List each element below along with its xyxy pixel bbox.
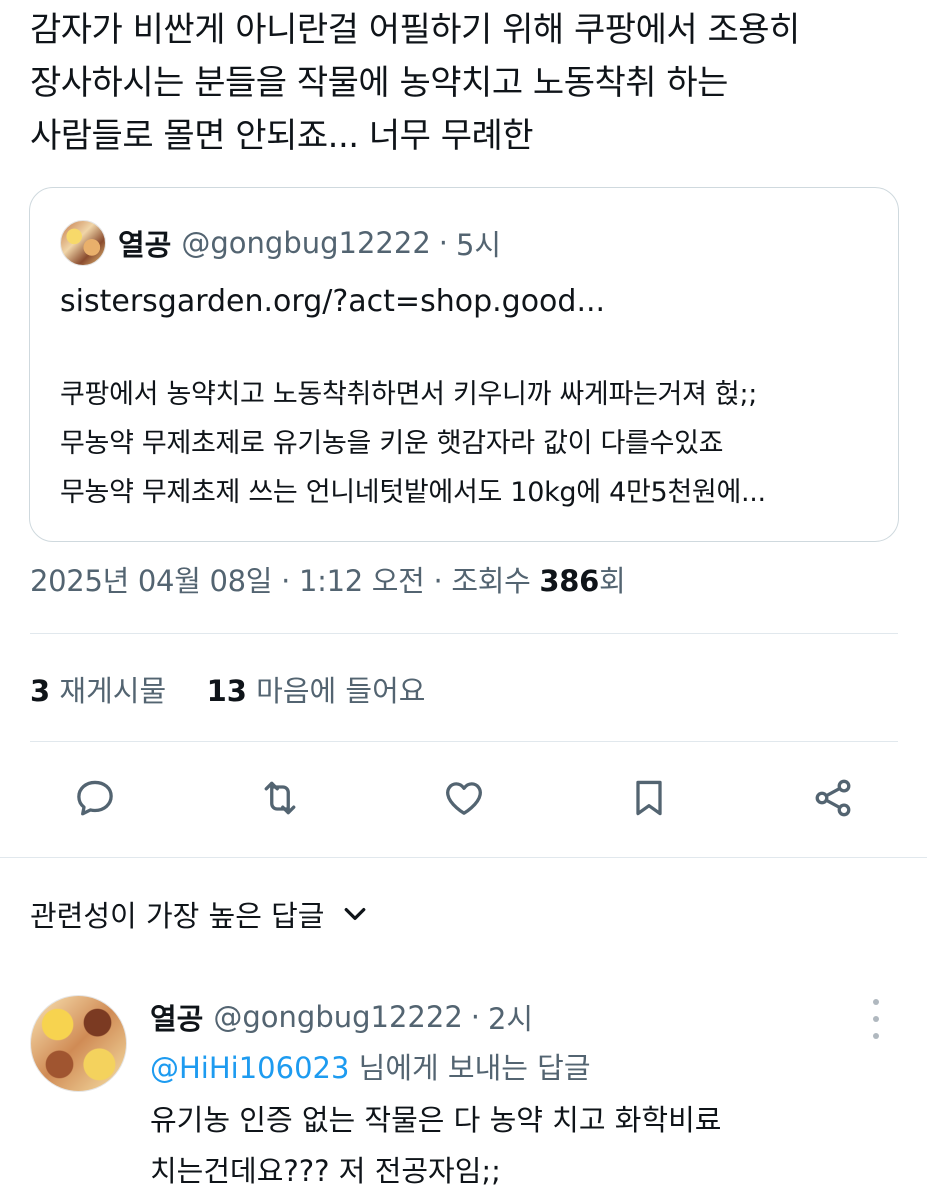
likes-count: 13 [206, 674, 247, 708]
reply-sort-label: 관련성이 가장 높은 답글 [30, 899, 325, 933]
post-clock-time[interactable]: 1:12 오전 [299, 564, 425, 598]
author-handle[interactable]: @gongbug12222 [181, 226, 430, 260]
bookmark-icon [636, 780, 662, 816]
separator-dot: · [281, 564, 291, 598]
quoted-link[interactable]: sistersgarden.org/?act=shop.good... [60, 284, 605, 319]
separator-dot: · [470, 1000, 480, 1034]
quoted-body-line: 무농약 무제초제로 유기농을 키운 햇감자라 값이 다를수있죠 [60, 428, 724, 459]
quoted-tweet-header: 열공 @gongbug12222 · 5시 [60, 218, 501, 268]
quoted-body-line: 무농약 무제초제 쓰는 언니네텃밭에서도 10kg에 4만5천원에... [60, 477, 766, 508]
reply-header: 열공 @gongbug12222 · 2시 [150, 995, 533, 1039]
post-time[interactable]: 5시 [456, 222, 501, 264]
reposts-stat[interactable]: 3 재게시물 [30, 674, 175, 708]
chevron-down-icon [345, 908, 366, 920]
action-bar [30, 770, 898, 830]
more-vertical-icon[interactable] [862, 999, 890, 1039]
retweet-button[interactable] [252, 770, 308, 826]
author-handle[interactable]: @gongbug12222 [213, 1000, 462, 1034]
mention-link[interactable]: @HiHi106023 [150, 1051, 349, 1085]
tweet-text-line: 감자가 비싼게 아니란걸 어필하기 위해 쿠팡에서 조용히 [30, 10, 800, 50]
share-button[interactable] [805, 770, 861, 826]
bookmark-button[interactable] [621, 770, 677, 826]
quoted-tweet-card[interactable]: 열공 @gongbug12222 · 5시 sistersgarden.org/… [29, 187, 899, 542]
reply-body-line: 치는건데요??? 저 전공자임;; [150, 1154, 501, 1188]
reply-body-line: 유기농 인증 없는 작물은 다 농약 치고 화학비료 [150, 1103, 722, 1137]
tweet-detail-page: 감자가 비싼게 아니란걸 어필하기 위해 쿠팡에서 조용히 장사하시는 분들을 … [0, 0, 927, 1200]
quoted-body-line: 쿠팡에서 농약치고 노동착취하면서 키우니까 싸게파는거져 헍;; [60, 379, 758, 410]
likes-stat[interactable]: 13 마음에 들어요 [207, 674, 426, 708]
views-suffix: 회 [599, 564, 626, 598]
author-name[interactable]: 열공 [118, 222, 171, 264]
replying-to: @HiHi106023 님에게 보내는 답글 [150, 1045, 591, 1087]
separator-dot: · [438, 226, 448, 260]
replying-to-suffix: 님에게 보내는 답글 [349, 1051, 591, 1085]
separator-dot: · [433, 564, 443, 598]
author-name[interactable]: 열공 [150, 996, 203, 1038]
heart-icon [446, 782, 482, 815]
reply-sort-dropdown[interactable]: 관련성이 가장 높은 답글 [30, 893, 370, 935]
views-count: 386 [539, 564, 600, 598]
engagement-stats: 3 재게시물 13 마음에 들어요 [30, 668, 425, 710]
post-date[interactable]: 2025년 04월 08일 [30, 564, 272, 598]
views-label: 조회수 [451, 564, 531, 598]
quoted-tweet-body: 쿠팡에서 농약치고 노동착취하면서 키우니까 싸게파는거져 헍;; 무농약 무제… [60, 370, 766, 517]
reposts-label: 재게시물 [59, 674, 167, 708]
share-icon [815, 779, 851, 817]
likes-label: 마음에 들어요 [256, 674, 426, 708]
retweet-icon [264, 781, 296, 815]
tweet-metadata: 2025년 04월 08일 · 1:12 오전 · 조회수 386회 [30, 558, 626, 600]
reply-body: 유기농 인증 없는 작물은 다 농약 치고 화학비료 치는건데요??? 저 전공… [150, 1095, 890, 1197]
post-time[interactable]: 2시 [488, 996, 533, 1038]
avatar[interactable] [60, 220, 106, 266]
divider [0, 857, 927, 858]
tweet-text-line: 사람들로 몰면 안되죠... 너무 무례한 [30, 116, 534, 156]
divider [30, 633, 898, 634]
reposts-count: 3 [30, 674, 51, 708]
reply-button[interactable] [67, 770, 123, 826]
divider [30, 741, 898, 742]
tweet-text-line: 장사하시는 분들을 작물에 농약치고 노동착취 하는 [30, 63, 728, 103]
reply-icon [77, 780, 113, 816]
avatar[interactable] [30, 995, 127, 1092]
like-button[interactable] [436, 770, 492, 826]
tweet-text: 감자가 비싼게 아니란걸 어필하기 위해 쿠팡에서 조용히 장사하시는 분들을 … [30, 4, 900, 163]
